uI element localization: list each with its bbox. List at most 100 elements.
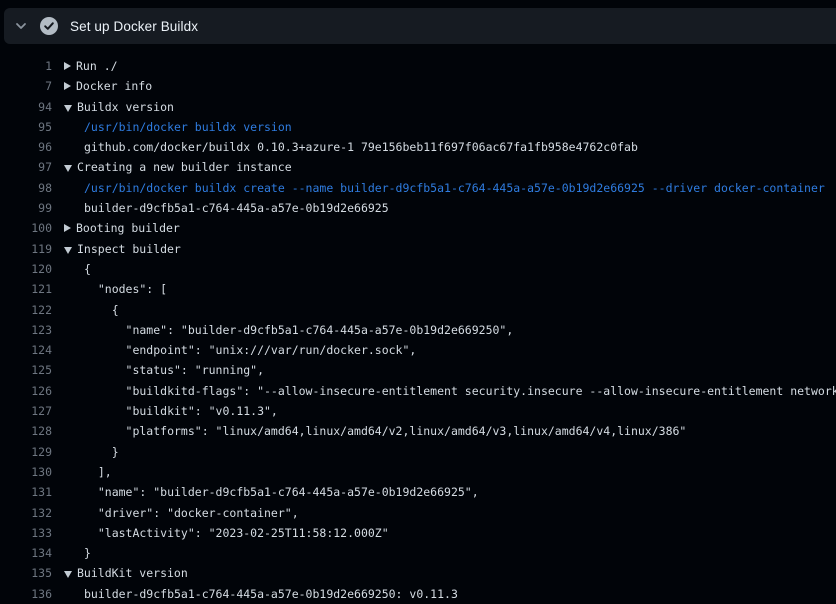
- log-output-text: ],: [84, 465, 112, 479]
- log-line: 94 Buildx version: [0, 97, 836, 117]
- log-line-content: builder-d9cfb5a1-c764-445a-a57e-0b19d2e6…: [64, 584, 458, 604]
- line-number[interactable]: 1: [0, 56, 52, 76]
- log-output-text: github.com/docker/buildx 0.10.3+azure-1 …: [84, 140, 638, 154]
- log-group-header[interactable]: Buildx version: [64, 97, 174, 117]
- log-line: 96 github.com/docker/buildx 0.10.3+azure-…: [0, 137, 836, 157]
- log-output-text: builder-d9cfb5a1-c764-445a-a57e-0b19d2e6…: [84, 201, 389, 215]
- log-container: 1 Run ./ 7 Docker info 94 Buildx version 95/us…: [0, 44, 836, 604]
- step-title: Set up Docker Buildx: [70, 19, 198, 34]
- log-line: 128 "platforms": "linux/amd64,linux/amd6…: [0, 421, 836, 441]
- log-group-title: Docker info: [76, 79, 152, 93]
- chevron-down-icon[interactable]: [14, 19, 28, 33]
- line-number[interactable]: 131: [0, 482, 52, 502]
- line-number[interactable]: 97: [0, 157, 52, 177]
- log-command-text: /usr/bin/docker buildx version: [84, 120, 292, 134]
- disclosure-triangle-collapsed-icon: [64, 62, 71, 70]
- log-group-header[interactable]: Creating a new builder instance: [64, 157, 292, 177]
- log-line: 99 builder-d9cfb5a1-c764-445a-a57e-0b19d2…: [0, 198, 836, 218]
- line-number[interactable]: 124: [0, 340, 52, 360]
- log-output-text: "buildkitd-flags": "--allow-insecure-ent…: [84, 384, 836, 398]
- log-line: 130 ],: [0, 462, 836, 482]
- log-line-content: "lastActivity": "2023-02-25T11:58:12.000…: [64, 523, 389, 543]
- line-number[interactable]: 100: [0, 218, 52, 238]
- line-number[interactable]: 99: [0, 198, 52, 218]
- line-number[interactable]: 7: [0, 76, 52, 96]
- log-group-header[interactable]: BuildKit version: [64, 563, 188, 583]
- log-line: 134}: [0, 543, 836, 563]
- log-line-content: "endpoint": "unix:///var/run/docker.sock…: [64, 340, 416, 360]
- log-line-content: "platforms": "linux/amd64,linux/amd64/v2…: [64, 421, 686, 441]
- log-line: 7 Docker info: [0, 76, 836, 96]
- log-line: 122 {: [0, 300, 836, 320]
- log-line: 95/usr/bin/docker buildx version: [0, 117, 836, 137]
- log-line: 131 "name": "builder-d9cfb5a1-c764-445a-…: [0, 482, 836, 502]
- log-line: 125 "status": "running",: [0, 360, 836, 380]
- log-output-text: "nodes": [: [84, 282, 167, 296]
- line-number[interactable]: 125: [0, 360, 52, 380]
- line-number[interactable]: 136: [0, 584, 52, 604]
- line-number[interactable]: 119: [0, 239, 52, 259]
- log-group-header[interactable]: Booting builder: [64, 218, 180, 238]
- line-number[interactable]: 130: [0, 462, 52, 482]
- log-line: 119 Inspect builder: [0, 239, 836, 259]
- log-output-text: "name": "builder-d9cfb5a1-c764-445a-a57e…: [84, 323, 513, 337]
- log-output-text: }: [84, 445, 119, 459]
- disclosure-triangle-collapsed-icon: [64, 224, 71, 232]
- log-line-content: builder-d9cfb5a1-c764-445a-a57e-0b19d2e6…: [64, 198, 389, 218]
- disclosure-triangle-open-icon: [64, 165, 72, 172]
- line-number[interactable]: 133: [0, 523, 52, 543]
- step-header[interactable]: Set up Docker Buildx: [4, 8, 836, 44]
- line-number[interactable]: 96: [0, 137, 52, 157]
- log-line: 129 }: [0, 442, 836, 462]
- log-line: 98/usr/bin/docker buildx create --name b…: [0, 178, 836, 198]
- log-group-header[interactable]: Run ./: [64, 56, 118, 76]
- log-line: 123 "name": "builder-d9cfb5a1-c764-445a-…: [0, 320, 836, 340]
- line-number[interactable]: 95: [0, 117, 52, 137]
- line-number[interactable]: 132: [0, 503, 52, 523]
- log-line: 1 Run ./: [0, 56, 836, 76]
- log-group-title: Booting builder: [76, 221, 180, 235]
- log-line-content: "buildkit": "v0.11.3",: [64, 401, 278, 421]
- line-number[interactable]: 135: [0, 563, 52, 583]
- line-number[interactable]: 121: [0, 279, 52, 299]
- log-line-content: github.com/docker/buildx 0.10.3+azure-1 …: [64, 137, 638, 157]
- line-number[interactable]: 122: [0, 300, 52, 320]
- log-line: 97 Creating a new builder instance: [0, 157, 836, 177]
- log-line-content: }: [64, 543, 91, 563]
- log-line-content: /usr/bin/docker buildx create --name bui…: [64, 178, 825, 198]
- disclosure-triangle-open-icon: [64, 247, 72, 254]
- log-output-text: {: [84, 262, 91, 276]
- line-number[interactable]: 134: [0, 543, 52, 563]
- disclosure-triangle-collapsed-icon: [64, 82, 71, 90]
- line-number[interactable]: 129: [0, 442, 52, 462]
- log-group-title: BuildKit version: [77, 566, 188, 580]
- step-status-check-icon: [40, 17, 58, 35]
- log-output-text: "name": "builder-d9cfb5a1-c764-445a-a57e…: [84, 485, 479, 499]
- log-output-text: "endpoint": "unix:///var/run/docker.sock…: [84, 343, 416, 357]
- log-line-content: /usr/bin/docker buildx version: [64, 117, 292, 137]
- log-line-content: "driver": "docker-container",: [64, 503, 299, 523]
- log-line: 120 {: [0, 259, 836, 279]
- log-line-content: {: [64, 300, 119, 320]
- line-number[interactable]: 127: [0, 401, 52, 421]
- log-line: 126 "buildkitd-flags": "--allow-insecure…: [0, 381, 836, 401]
- log-group-title: Buildx version: [77, 100, 174, 114]
- log-line-content: {: [64, 259, 91, 279]
- line-number[interactable]: 98: [0, 178, 52, 198]
- line-number[interactable]: 128: [0, 421, 52, 441]
- line-number[interactable]: 123: [0, 320, 52, 340]
- log-line-content: "name": "builder-d9cfb5a1-c764-445a-a57e…: [64, 482, 479, 502]
- log-output-text: builder-d9cfb5a1-c764-445a-a57e-0b19d2e6…: [84, 587, 458, 601]
- log-output-text: }: [84, 546, 91, 560]
- log-line-content: "nodes": [: [64, 279, 167, 299]
- line-number[interactable]: 126: [0, 381, 52, 401]
- log-output-text: "buildkit": "v0.11.3",: [84, 404, 278, 418]
- line-number[interactable]: 94: [0, 97, 52, 117]
- log-line-content: "buildkitd-flags": "--allow-insecure-ent…: [64, 381, 836, 401]
- log-line-content: ],: [64, 462, 112, 482]
- log-group-header[interactable]: Inspect builder: [64, 239, 181, 259]
- disclosure-triangle-open-icon: [64, 571, 72, 578]
- log-group-title: Inspect builder: [77, 242, 181, 256]
- line-number[interactable]: 120: [0, 259, 52, 279]
- log-group-header[interactable]: Docker info: [64, 76, 152, 96]
